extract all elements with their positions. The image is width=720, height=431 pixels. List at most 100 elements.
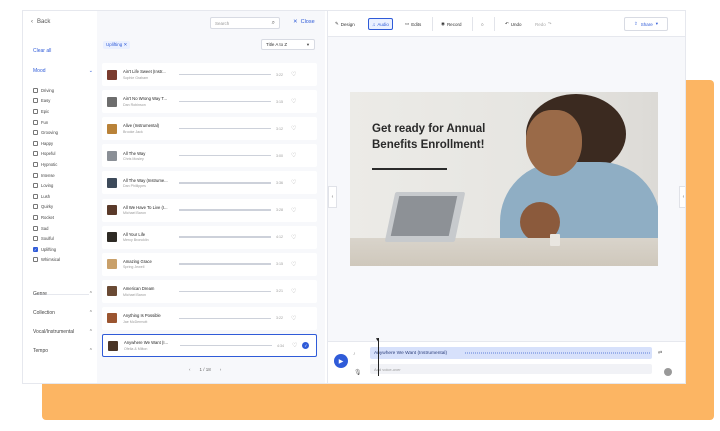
audio-track-clip[interactable]: Anywhere We Want (Instrumental): [370, 347, 652, 359]
track-waveform[interactable]: [179, 209, 271, 211]
undo-button[interactable]: ↶ Undo: [502, 18, 525, 30]
filter-group-collection[interactable]: Collection ⌃: [33, 310, 93, 316]
active-filter-chip[interactable]: Uplifting ✕: [103, 41, 131, 49]
checkbox[interactable]: [33, 225, 38, 231]
filter-group-genre[interactable]: Genre ⌃: [33, 291, 93, 297]
checkbox[interactable]: [33, 98, 38, 104]
filter-group-tempo[interactable]: Tempo ⌃: [33, 348, 93, 354]
clear-all-link[interactable]: Clear all: [33, 48, 51, 54]
checkbox[interactable]: [33, 236, 38, 242]
track-waveform[interactable]: [179, 317, 271, 320]
checkbox[interactable]: [33, 151, 38, 157]
next-page-button[interactable]: ›: [220, 367, 222, 372]
expand-right-tab[interactable]: ‹: [679, 186, 685, 208]
mood-option[interactable]: Hypnotic: [33, 159, 93, 170]
mood-option[interactable]: Loving: [33, 180, 93, 191]
mood-option[interactable]: Whimsical: [33, 255, 93, 266]
mood-option[interactable]: ✓ Uplifting: [33, 244, 93, 255]
mood-option[interactable]: Soulful: [33, 233, 93, 244]
filter-group-mood[interactable]: Mood ⌄: [33, 68, 93, 74]
track-row[interactable]: Ain't No Wrong Way T... Dan Robinson 3:15 ♡: [102, 90, 317, 114]
checkbox[interactable]: [33, 87, 38, 93]
edits-button[interactable]: ▭ Edits: [402, 18, 424, 30]
track-row[interactable]: Amazing Grace Spring Jewell 3:15 ♡: [102, 252, 317, 276]
mood-option[interactable]: Sad: [33, 223, 93, 234]
checkbox[interactable]: [33, 119, 38, 125]
heart-icon[interactable]: ♡: [291, 288, 296, 295]
checkbox[interactable]: [33, 140, 38, 146]
mood-option[interactable]: Fun: [33, 117, 93, 128]
design-button[interactable]: ✎ Design: [332, 18, 358, 30]
heart-icon[interactable]: ♡: [291, 261, 296, 268]
heart-icon[interactable]: ♡: [292, 342, 297, 349]
mood-option[interactable]: Quirky: [33, 202, 93, 213]
checkbox[interactable]: ✓: [33, 246, 38, 252]
record-button[interactable]: ◉ Record: [438, 18, 464, 30]
checkbox[interactable]: [33, 257, 38, 263]
checkbox[interactable]: [33, 108, 38, 114]
share-button[interactable]: ⇪ Share ▾: [624, 17, 668, 31]
heart-icon[interactable]: ♡: [291, 125, 296, 132]
heart-icon[interactable]: ♡: [291, 179, 296, 186]
track-row[interactable]: All Your Life Mercy Broncklin 4:12 ♡: [102, 225, 317, 249]
track-row[interactable]: Anywhere We Want (I... Ofelia & Milton 4:3…: [102, 334, 317, 357]
track-row[interactable]: Alive (Instrumental) Brooke Jack 3:12 ♡: [102, 117, 317, 141]
track-waveform[interactable]: [180, 344, 272, 347]
audio-button[interactable]: ♫ Audio: [368, 18, 393, 30]
checkbox[interactable]: [33, 214, 38, 220]
checkbox[interactable]: [33, 183, 38, 189]
mood-option[interactable]: Epic: [33, 106, 93, 117]
mood-option[interactable]: Intense: [33, 170, 93, 181]
track-waveform[interactable]: [179, 127, 271, 130]
track-row[interactable]: American Dream Michael Baron 3:21 ♡: [102, 279, 317, 303]
filter-group-vocal[interactable]: Vocal/Instrumental ⌃: [33, 329, 93, 335]
track-waveform[interactable]: [179, 100, 271, 103]
selected-check-icon[interactable]: ✓: [302, 342, 310, 349]
track-waveform[interactable]: [179, 263, 271, 265]
swap-icon[interactable]: ⇄: [658, 350, 662, 356]
prev-page-button[interactable]: ‹: [189, 367, 191, 372]
heart-icon[interactable]: ♡: [291, 207, 296, 214]
sort-select[interactable]: Title A to Z ▼: [261, 39, 315, 50]
mood-option[interactable]: Hopeful: [33, 149, 93, 160]
heart-icon[interactable]: ♡: [291, 71, 296, 78]
track-row[interactable]: Ain't Life Sweet (Instr... Sophie Graham 3…: [102, 63, 317, 86]
timeline-options-button[interactable]: [664, 368, 672, 376]
heart-icon[interactable]: ♡: [291, 152, 296, 159]
heart-icon[interactable]: ♡: [291, 315, 296, 322]
voiceover-track[interactable]: Add voice-over: [370, 364, 652, 374]
track-row[interactable]: Anything Is Possible Jae McDermott 3:22 ♡: [102, 306, 317, 330]
mood-option[interactable]: Rocket: [33, 212, 93, 223]
play-button[interactable]: ▶: [334, 354, 348, 368]
redo-button[interactable]: Redo ↷: [532, 18, 555, 30]
back-button[interactable]: ‹ Back: [31, 19, 50, 25]
checkbox[interactable]: [33, 193, 38, 199]
close-button[interactable]: ✕ Close: [293, 19, 315, 25]
search-input[interactable]: Search ⌕: [210, 17, 280, 29]
track-waveform[interactable]: [179, 290, 271, 292]
mood-option[interactable]: Lush: [33, 191, 93, 202]
checkbox[interactable]: [33, 204, 38, 210]
track-row[interactable]: All We Have To Live (I... Michael Baron 3:…: [102, 198, 317, 222]
mood-option[interactable]: Grooving: [33, 127, 93, 138]
playhead-handle-icon[interactable]: ▼: [375, 337, 380, 343]
checkbox[interactable]: [33, 172, 38, 178]
track-waveform[interactable]: [179, 236, 271, 238]
collapse-left-tab[interactable]: ‹: [328, 186, 337, 208]
canvas-headline[interactable]: Get ready for Annual Benefits Enrollment…: [372, 121, 522, 153]
video-canvas[interactable]: Get ready for Annual Benefits Enrollment…: [350, 92, 658, 266]
mood-option[interactable]: Happy: [33, 138, 93, 149]
checkbox[interactable]: [33, 161, 38, 167]
track-row[interactable]: All The Way Chris Mosley 3:00 ♡: [102, 144, 317, 168]
heart-icon[interactable]: ♡: [291, 234, 296, 241]
heart-icon[interactable]: ♡: [291, 98, 296, 105]
playhead[interactable]: [378, 338, 379, 376]
track-waveform[interactable]: [179, 155, 271, 157]
track-row[interactable]: All The Way (Instrume... Dan Phillippes 3:…: [102, 171, 317, 195]
mood-option[interactable]: Easy: [33, 96, 93, 107]
zoom-button[interactable]: ○: [478, 18, 487, 30]
track-waveform[interactable]: [179, 73, 271, 76]
mood-option[interactable]: Driving: [33, 85, 93, 96]
checkbox[interactable]: [33, 130, 38, 136]
track-waveform[interactable]: [179, 182, 271, 184]
